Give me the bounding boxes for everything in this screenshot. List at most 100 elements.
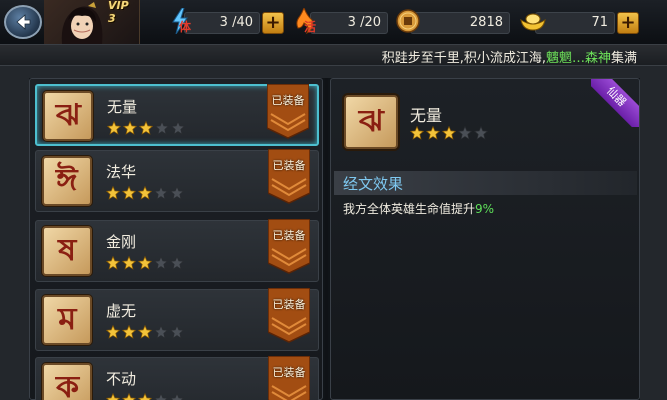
rune-glyph: ষ (57, 232, 77, 268)
scripture-name: 法华 (106, 163, 137, 181)
effect-prefix: 我方全体英雄生命值提升 (343, 202, 476, 216)
equipped-label: 已装备 (272, 298, 306, 311)
equipped-label: 已装备 (272, 229, 306, 242)
star-filled-icon (107, 121, 121, 135)
stamina-resource: 3 /40 体 + (166, 8, 284, 34)
panel-divider (325, 78, 328, 400)
equipped-tag: 已装备 (268, 356, 310, 400)
detail-star-rating (410, 126, 488, 140)
ticker-prefix: 积跬步至千里,积小流成江海, (381, 51, 546, 66)
equipped-tag: 已装备 (268, 219, 310, 275)
left-frame (0, 66, 29, 400)
rune-glyph: ঝ (55, 97, 81, 133)
rune-icon: ম (42, 295, 92, 345)
energy-value: 3 /20 (310, 12, 388, 34)
detail-rune-icon: ঝ (344, 95, 398, 149)
rune-icon: ষ (42, 226, 92, 276)
star-empty-icon (170, 186, 184, 200)
equipped-tag: 已装备 (268, 149, 310, 205)
equipped-label: 已装备 (271, 94, 305, 107)
star-filled-icon (122, 186, 136, 200)
coins-resource: 2818 (396, 9, 512, 34)
scripture-list-item[interactable]: ঝ 无量 已装备 (35, 84, 319, 146)
effect-section-title: 经文效果 (343, 175, 404, 193)
effect-description: 我方全体英雄生命值提升9% (343, 200, 494, 217)
detail-scripture-name: 无量 (410, 106, 443, 125)
rune-icon: ঈ (42, 156, 92, 206)
scripture-list-item[interactable]: ঈ 法华 已装备 (35, 149, 319, 212)
star-empty-icon (154, 325, 168, 339)
effect-value: 9% (475, 202, 495, 216)
star-filled-icon (410, 126, 424, 140)
star-empty-icon (458, 126, 472, 140)
scripture-list-item[interactable]: ষ 金刚 已装备 (35, 219, 319, 282)
star-rating (107, 121, 185, 135)
scripture-name: 虚无 (106, 302, 137, 320)
ingots-resource: 71 + (520, 12, 639, 34)
star-filled-icon (138, 256, 152, 270)
stamina-label: 体 (179, 20, 192, 34)
star-empty-icon (474, 126, 488, 140)
star-filled-icon (122, 256, 136, 270)
scripture-list-item[interactable]: ম 虚无 已装备 (35, 288, 319, 351)
rune-glyph: ঈ (56, 162, 78, 198)
announcement-ticker: 积跬步至千里,积小流成江海,魑魍…森神集满 (0, 44, 667, 66)
star-filled-icon (122, 393, 136, 400)
equipped-label: 已装备 (272, 159, 306, 172)
star-filled-icon (138, 186, 152, 200)
star-filled-icon (106, 186, 120, 200)
right-frame (640, 66, 667, 400)
star-filled-icon (138, 325, 152, 339)
gold-ingot-icon (519, 6, 547, 36)
star-filled-icon (123, 121, 137, 135)
star-filled-icon (442, 126, 456, 140)
add-stamina-button[interactable]: + (262, 12, 284, 34)
star-rating (106, 186, 184, 200)
player-avatar[interactable]: VIP 3 63 (44, 0, 140, 44)
star-filled-icon (122, 325, 136, 339)
scripture-name: 不动 (106, 370, 137, 388)
star-empty-icon (154, 256, 168, 270)
stamina-value: 3 /40 (184, 12, 260, 34)
top-frame (0, 66, 667, 78)
star-empty-icon (171, 121, 185, 135)
vip-label: VIP 3 (108, 0, 129, 25)
star-empty-icon (155, 121, 169, 135)
star-empty-icon (170, 393, 184, 400)
scripture-list-item[interactable]: ক 不动 已装备 (35, 356, 319, 400)
coins-value: 2818 (410, 12, 510, 34)
equipped-label: 已装备 (272, 366, 306, 379)
character-portrait (61, 2, 103, 44)
star-filled-icon (138, 393, 152, 400)
scripture-name: 无量 (107, 98, 138, 116)
rune-glyph: ম (57, 301, 77, 337)
detail-rune-glyph: ঝ (358, 103, 384, 139)
star-filled-icon (426, 126, 440, 140)
ticker-highlight: 魑魍…森神 (545, 51, 611, 66)
star-filled-icon (106, 256, 120, 270)
energy-label: 活 (304, 20, 317, 34)
ticker-suffix: 集满 (610, 51, 637, 66)
back-button[interactable] (4, 5, 42, 39)
add-ingots-button[interactable]: + (617, 12, 639, 34)
top-resource-bar: VIP 3 63 3 /40 体 + 3 /20 活 2818 71 + (0, 0, 667, 44)
star-empty-icon (170, 256, 184, 270)
rune-icon: ঝ (43, 91, 93, 141)
star-empty-icon (154, 393, 168, 400)
star-filled-icon (106, 393, 120, 400)
star-empty-icon (170, 325, 184, 339)
ingots-value: 71 (535, 12, 615, 34)
rune-icon: ক (42, 363, 92, 400)
ticker-text: 积跬步至千里,积小流成江海,魑魍…森神集满 (382, 47, 637, 66)
star-rating (106, 325, 184, 339)
equipped-tag: 已装备 (267, 84, 309, 140)
rune-glyph: ক (55, 369, 79, 400)
star-rating (106, 256, 184, 270)
ribbon-label: 仙器 (591, 79, 639, 127)
star-rating (106, 393, 184, 400)
coin-icon (394, 6, 422, 36)
star-filled-icon (139, 121, 153, 135)
star-filled-icon (106, 325, 120, 339)
star-empty-icon (154, 186, 168, 200)
immortal-ribbon: 仙器 (591, 79, 639, 127)
